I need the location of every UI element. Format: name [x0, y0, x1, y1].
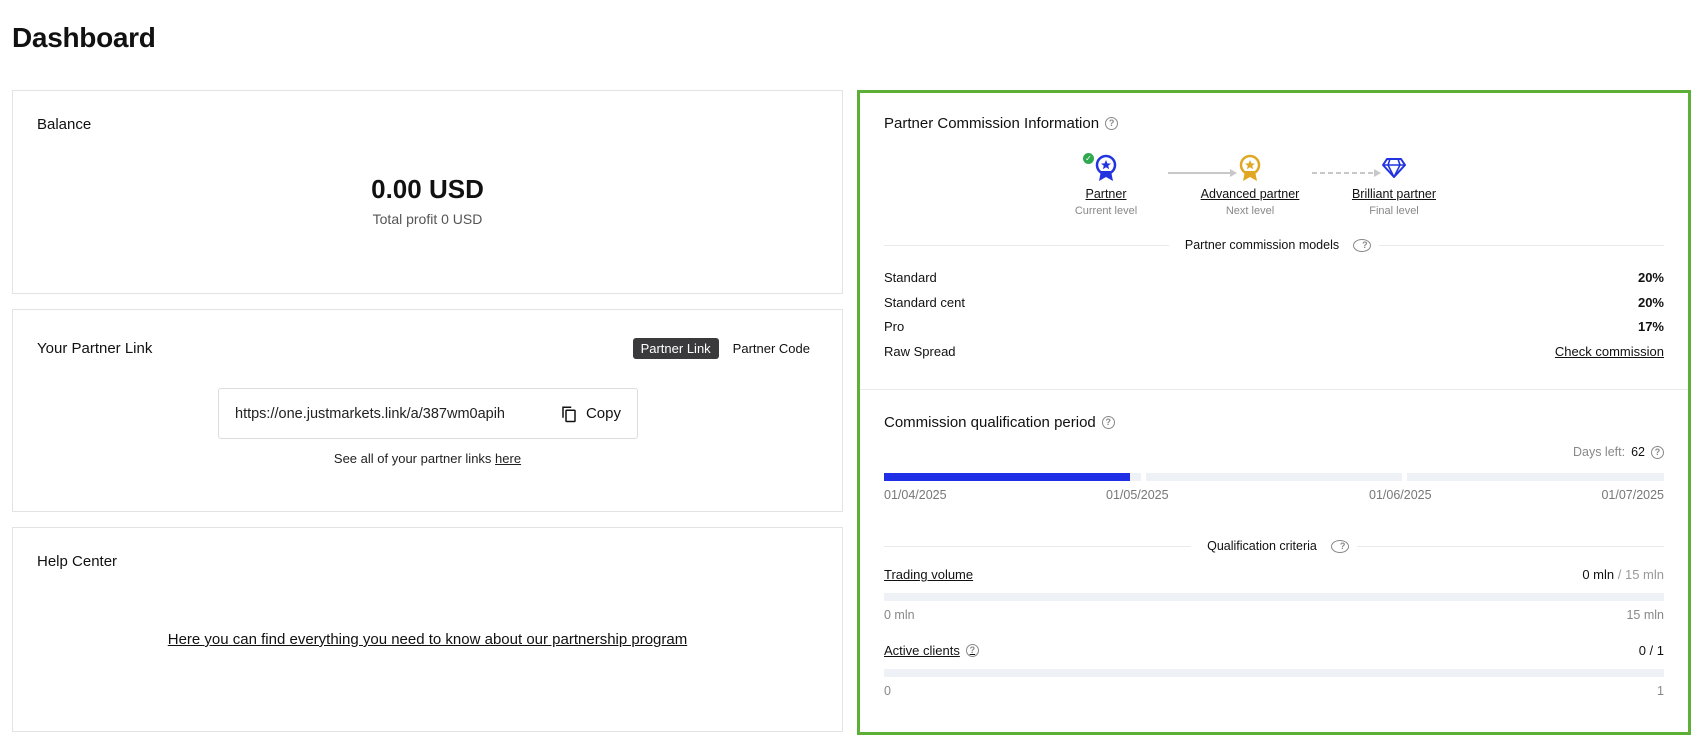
- period-date: 01/07/2025: [1601, 488, 1664, 502]
- commission-title-row: Partner Commission Information ?: [884, 115, 1119, 132]
- level-name[interactable]: Advanced partner: [1180, 187, 1320, 201]
- partner-link-url[interactable]: https://one.justmarkets.link/a/387wm0api…: [235, 406, 560, 422]
- criterion-label[interactable]: Active clients?: [884, 643, 979, 658]
- period-segment: [1407, 473, 1665, 481]
- level-name[interactable]: Brilliant partner: [1324, 187, 1464, 201]
- section-divider: [860, 389, 1688, 390]
- help-icon[interactable]: ?: [1330, 539, 1349, 553]
- scale-max: 15 mln: [1626, 608, 1664, 622]
- model-row: Raw Spread Check commission: [884, 344, 1664, 359]
- period-date: 01/06/2025: [1369, 488, 1432, 502]
- level-name[interactable]: Partner: [1036, 187, 1176, 201]
- period-dates: 01/04/2025 01/05/2025 01/06/2025 01/07/2…: [884, 488, 1664, 504]
- models-heading: Partner commission models?: [884, 238, 1664, 252]
- partner-levels: ✓ Partner Current level Advanced partner…: [860, 153, 1688, 223]
- diamond-icon: [1382, 158, 1406, 178]
- copy-icon: [562, 406, 576, 422]
- level-partner: ✓ Partner Current level: [1036, 153, 1176, 217]
- criteria-title: Qualification criteria: [1199, 539, 1325, 553]
- check-icon: ✓: [1083, 153, 1094, 164]
- help-icon[interactable]: ?: [1353, 238, 1372, 252]
- period-fill: [884, 473, 1131, 481]
- model-name: Pro: [884, 319, 905, 334]
- model-row: Pro 17%: [884, 319, 1664, 334]
- help-icon[interactable]: ?: [1105, 117, 1119, 130]
- level-status: Final level: [1369, 205, 1419, 217]
- medal-gold-icon: [1239, 154, 1261, 181]
- model-row: Standard 20%: [884, 270, 1664, 285]
- criterion-current: 0 / 1: [1638, 643, 1664, 658]
- help-icon[interactable]: ?: [965, 644, 979, 657]
- level-status: Current level: [1074, 205, 1138, 217]
- criterion-active-clients: Active clients? 0 / 1: [884, 643, 1664, 658]
- active-clients-bar: [884, 669, 1664, 677]
- tab-partner-link[interactable]: Partner Link: [632, 338, 719, 359]
- model-value: 20%: [1637, 295, 1664, 310]
- models-title: Partner commission models: [1176, 238, 1348, 252]
- total-profit: Total profit 0 USD: [372, 211, 483, 227]
- period-segment: [1145, 473, 1403, 481]
- period-date: 01/05/2025: [1106, 488, 1169, 502]
- help-center-title: Help Center: [37, 553, 118, 570]
- model-value: 17%: [1637, 319, 1664, 334]
- active-clients-scale: 0 1: [884, 684, 1664, 698]
- check-commission-link[interactable]: Check commission: [1555, 344, 1664, 359]
- criteria-heading: Qualification criteria?: [884, 539, 1664, 553]
- page-title: Dashboard: [12, 22, 156, 53]
- commission-panel: Partner Commission Information ? ✓ Partn…: [857, 90, 1691, 735]
- all-links-link[interactable]: here: [495, 451, 521, 466]
- model-name: Standard cent: [884, 295, 965, 310]
- model-name: Raw Spread: [884, 344, 956, 359]
- period-segment: [884, 473, 1141, 481]
- tab-partner-code[interactable]: Partner Code: [725, 338, 818, 359]
- copy-button[interactable]: Copy: [560, 405, 621, 423]
- trading-volume-scale: 0 mln 15 mln: [884, 608, 1664, 622]
- balance-amount: 0.00 USD: [371, 174, 484, 204]
- help-center-card: Help Center Here you can find everything…: [12, 527, 843, 732]
- criterion-target: / 15 mln: [1617, 567, 1664, 582]
- scale-min: 0 mln: [884, 608, 915, 622]
- commission-title: Partner Commission Information: [884, 115, 1100, 132]
- scale-max: 1: [1657, 684, 1664, 698]
- criterion-name: Active clients: [884, 643, 960, 658]
- days-left-value: 62: [1631, 445, 1645, 459]
- level-status: Next level: [1225, 205, 1275, 217]
- partner-links-hint: See all of your partner links here: [13, 451, 842, 466]
- copy-label: Copy: [585, 405, 621, 422]
- balance-card: Balance 0.00 USD Total profit 0 USD: [12, 90, 843, 294]
- level-brilliant: Brilliant partner Final level: [1324, 153, 1464, 217]
- period-title: Commission qualification period: [884, 414, 1096, 431]
- period-progress: [884, 473, 1665, 481]
- level-advanced: Advanced partner Next level: [1180, 153, 1320, 217]
- trading-volume-bar: [884, 593, 1664, 601]
- days-left-label: Days left:: [1572, 445, 1626, 459]
- help-icon[interactable]: ?: [1651, 445, 1664, 459]
- medal-blue-icon: [1095, 154, 1117, 181]
- hint-text: See all of your partner links: [333, 451, 496, 466]
- help-icon[interactable]: ?: [1101, 416, 1115, 429]
- balance-title: Balance: [37, 116, 92, 133]
- partnership-program-link[interactable]: Here you can find everything you need to…: [168, 631, 687, 648]
- model-name: Standard: [884, 270, 937, 285]
- criterion-current: 0 mln: [1582, 567, 1615, 582]
- criterion-name[interactable]: Trading volume: [884, 567, 973, 582]
- partner-link-field: https://one.justmarkets.link/a/387wm0api…: [218, 388, 638, 439]
- partner-link-card: Your Partner Link Partner Link Partner C…: [12, 309, 843, 512]
- days-left: Days left: 62 ?: [1573, 445, 1664, 459]
- model-value: 20%: [1637, 270, 1664, 285]
- scale-min: 0: [884, 684, 891, 698]
- period-date: 01/04/2025: [884, 488, 947, 502]
- model-row: Standard cent 20%: [884, 295, 1664, 310]
- period-title-row: Commission qualification period ?: [884, 414, 1115, 431]
- criterion-trading-volume: Trading volume 0 mln / 15 mln: [884, 567, 1664, 582]
- link-type-toggle: Partner Link Partner Code: [632, 338, 818, 359]
- partner-link-title: Your Partner Link: [37, 340, 153, 357]
